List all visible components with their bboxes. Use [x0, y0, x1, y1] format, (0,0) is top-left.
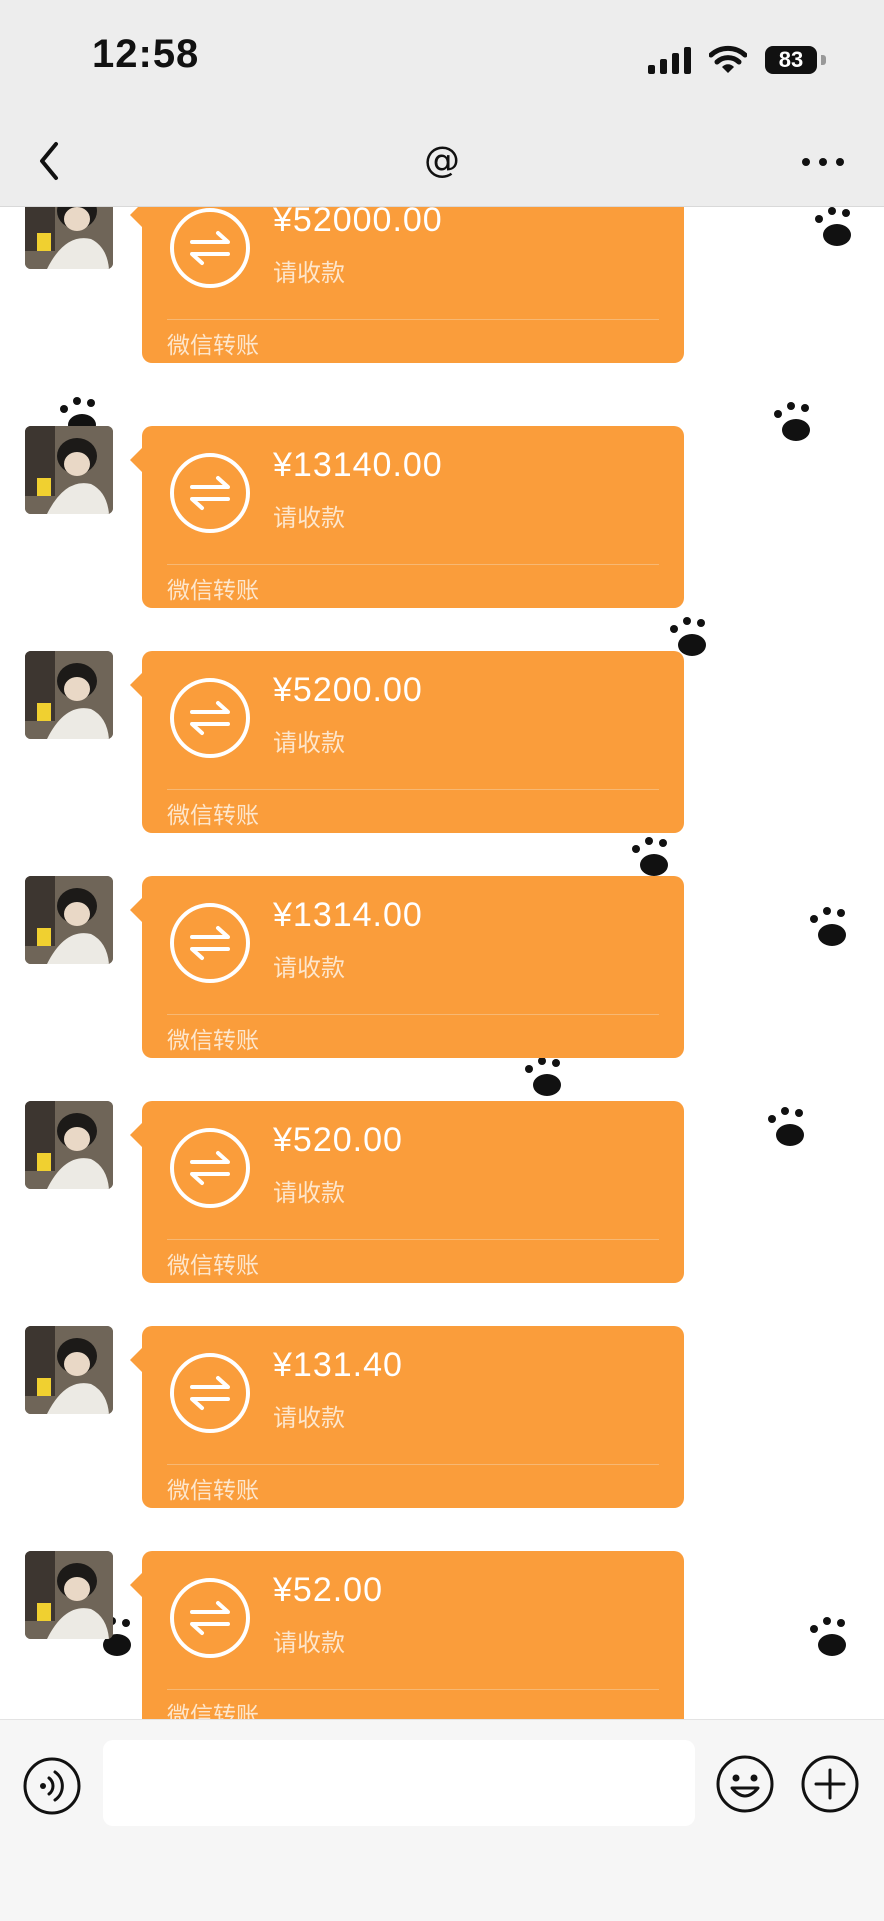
transfer-arrows-icon	[170, 208, 250, 288]
nav-bar: @	[0, 118, 884, 207]
avatar[interactable]	[25, 651, 113, 739]
avatar[interactable]	[25, 426, 113, 514]
transfer-arrows-icon	[170, 903, 250, 983]
transfer-footer: 微信转账	[167, 1703, 259, 1719]
transfer-arrows-icon	[170, 1578, 250, 1658]
transfer-status: 请收款	[273, 729, 345, 757]
bubble-divider	[167, 1014, 659, 1015]
bubble-divider	[167, 564, 659, 565]
transfer-message: ¥520.00 请收款 微信转账	[0, 1101, 884, 1283]
transfer-footer: 微信转账	[167, 1478, 259, 1504]
transfer-amount: ¥13140.00	[273, 446, 443, 484]
battery-level: 83	[778, 47, 804, 72]
emoji-icon[interactable]	[715, 1754, 775, 1814]
transfer-status: 请收款	[273, 1179, 345, 1207]
avatar[interactable]	[25, 207, 113, 269]
transfer-amount: ¥52.00	[273, 1571, 383, 1609]
transfer-amount: ¥52000.00	[273, 207, 443, 239]
battery-icon: 83	[765, 46, 817, 74]
transfer-message: ¥13140.00 请收款 微信转账	[0, 426, 884, 608]
chat-title: @	[424, 140, 460, 181]
transfer-bubble[interactable]: ¥13140.00 请收款 微信转账	[130, 426, 684, 608]
transfer-bubble[interactable]: ¥52000.00 请收款 微信转账	[130, 207, 684, 363]
bubble-tail	[130, 1573, 142, 1597]
transfer-status: 请收款	[273, 1629, 345, 1657]
bubble-tail	[130, 1123, 142, 1147]
transfer-footer: 微信转账	[167, 1028, 259, 1054]
transfer-arrows-icon	[170, 1128, 250, 1208]
bubble-divider	[167, 1464, 659, 1465]
avatar[interactable]	[25, 876, 113, 964]
bubble-divider	[167, 319, 659, 320]
bubble-tail	[130, 1348, 142, 1372]
avatar[interactable]	[25, 1551, 113, 1639]
bubble-divider	[167, 789, 659, 790]
transfer-status: 请收款	[273, 954, 345, 982]
transfer-message: ¥131.40 请收款 微信转账	[0, 1326, 884, 1508]
input-bar	[0, 1719, 884, 1921]
status-time: 12:58	[92, 32, 200, 76]
transfer-message: ¥52.00 请收款 微信转账	[0, 1551, 884, 1719]
battery-tip	[821, 55, 826, 65]
chat-area[interactable]: ¥52000.00 请收款 微信转账 ¥13140.00 请收款 微信转账 ¥5…	[0, 207, 884, 1719]
avatar[interactable]	[25, 1326, 113, 1414]
transfer-message: ¥5200.00 请收款 微信转账	[0, 651, 884, 833]
transfer-footer: 微信转账	[167, 333, 259, 359]
transfer-bubble[interactable]: ¥52.00 请收款 微信转账	[130, 1551, 684, 1719]
transfer-bubble[interactable]: ¥520.00 请收款 微信转账	[130, 1101, 684, 1283]
status-bar: 12:58 83	[0, 0, 884, 118]
transfer-status: 请收款	[273, 259, 345, 287]
bubble-tail	[130, 673, 142, 697]
avatar[interactable]	[25, 1101, 113, 1189]
transfer-arrows-icon	[170, 1353, 250, 1433]
transfer-amount: ¥1314.00	[273, 896, 423, 934]
transfer-bubble[interactable]: ¥5200.00 请收款 微信转账	[130, 651, 684, 833]
transfer-amount: ¥131.40	[273, 1346, 403, 1384]
wifi-icon	[709, 45, 747, 73]
bubble-divider	[167, 1689, 659, 1690]
plus-icon[interactable]	[800, 1754, 860, 1814]
transfer-arrows-icon	[170, 453, 250, 533]
transfer-status: 请收款	[273, 1404, 345, 1432]
transfer-footer: 微信转账	[167, 1253, 259, 1279]
transfer-status: 请收款	[273, 504, 345, 532]
transfer-footer: 微信转账	[167, 578, 259, 604]
transfer-bubble[interactable]: ¥131.40 请收款 微信转账	[130, 1326, 684, 1508]
status-icons: 83	[648, 40, 826, 80]
transfer-message: ¥52000.00 请收款 微信转账	[0, 207, 884, 363]
transfer-message: ¥1314.00 请收款 微信转账	[0, 876, 884, 1058]
transfer-amount: ¥5200.00	[273, 671, 423, 709]
more-dots-icon[interactable]	[798, 154, 848, 170]
transfer-arrows-icon	[170, 678, 250, 758]
bubble-tail	[130, 448, 142, 472]
transfer-bubble[interactable]: ¥1314.00 请收款 微信转账	[130, 876, 684, 1058]
signal-icon	[648, 46, 691, 74]
message-input[interactable]	[103, 1740, 695, 1826]
bubble-divider	[167, 1239, 659, 1240]
transfer-amount: ¥520.00	[273, 1121, 403, 1159]
bubble-tail	[130, 898, 142, 922]
transfer-footer: 微信转账	[167, 803, 259, 829]
voice-icon[interactable]	[22, 1756, 82, 1816]
bubble-tail	[130, 207, 142, 227]
